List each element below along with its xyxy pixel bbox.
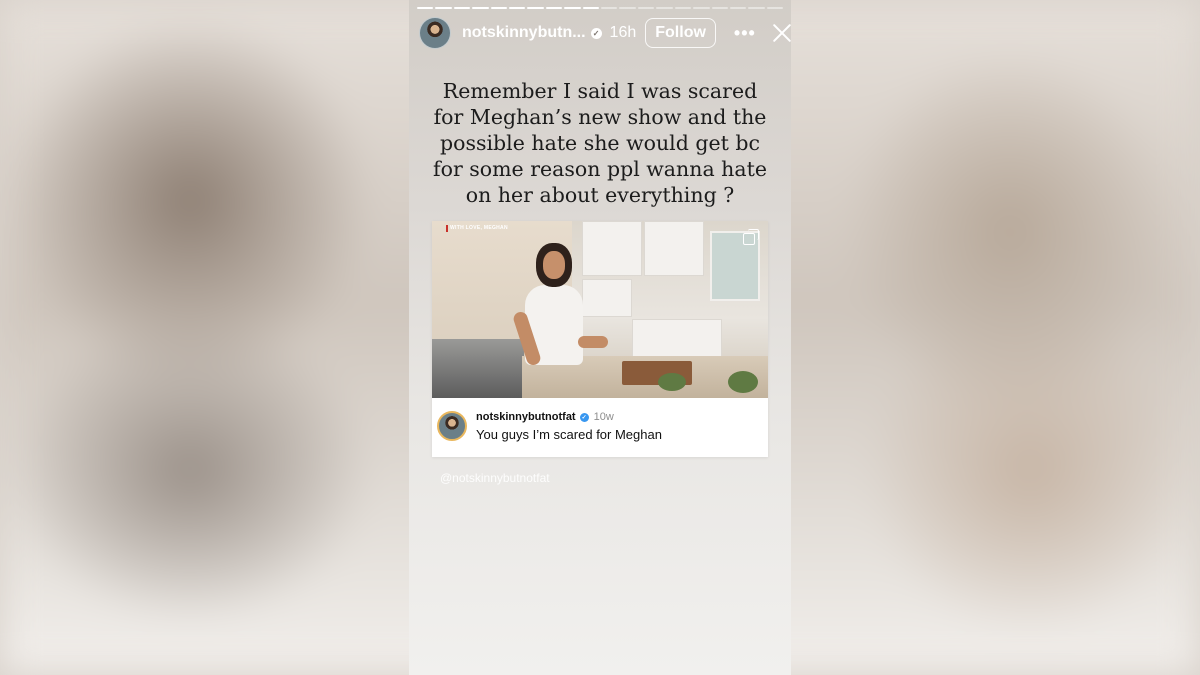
post-timestamp: 10w — [593, 411, 614, 423]
story-username[interactable]: notskinnybutn... — [462, 24, 586, 42]
progress-segment — [582, 7, 600, 9]
kitchen-stove — [432, 339, 524, 398]
progress-segment — [711, 7, 728, 9]
progress-segment — [417, 7, 434, 9]
person-face — [543, 251, 565, 279]
shared-post-image[interactable]: WITH LOVE, MEGHAN — [432, 221, 768, 398]
upper-cabinet — [582, 279, 632, 317]
shared-post-card[interactable]: WITH LOVE, MEGHAN notskinnybutnotfat ✓ 1… — [432, 221, 768, 457]
story-viewer: notskinnybutn... ✓ 16h Follow ••• Rememb… — [409, 0, 791, 675]
post-author-line: notskinnybutnotfat ✓ 10w — [476, 411, 614, 423]
post-caption-text: You guys I’m scared for Meghan — [476, 427, 662, 442]
progress-segment — [545, 7, 563, 9]
upper-cabinet — [644, 221, 704, 276]
close-icon[interactable] — [771, 22, 783, 44]
verified-badge-icon: ✓ — [590, 27, 602, 39]
story-header: notskinnybutn... ✓ 16h Follow ••• — [419, 16, 783, 50]
progress-segment — [693, 7, 710, 9]
progress-segment — [637, 7, 655, 9]
follow-button[interactable]: Follow — [645, 18, 716, 48]
progress-segment — [453, 7, 471, 9]
greens — [728, 371, 758, 393]
post-author-username[interactable]: notskinnybutnotfat — [476, 411, 576, 423]
story-timestamp: 16h — [609, 24, 637, 41]
story-caption-text: Remember I said I was scared for Meghan’… — [433, 79, 767, 207]
verified-badge-icon: ✓ — [579, 412, 589, 422]
progress-segment — [472, 7, 489, 9]
progress-segment — [729, 7, 747, 9]
progress-segment — [674, 7, 692, 9]
show-label: WITH LOVE, MEGHAN — [450, 225, 508, 231]
profile-avatar[interactable] — [419, 17, 451, 49]
more-options-icon[interactable]: ••• — [734, 23, 756, 44]
progress-segment — [564, 7, 581, 9]
progress-segment — [490, 7, 508, 9]
progress-segment — [619, 7, 636, 9]
upper-cabinet — [582, 221, 642, 276]
post-author-avatar[interactable] — [437, 411, 467, 441]
progress-segment — [656, 7, 673, 9]
progress-segment — [435, 7, 452, 9]
person-arm — [578, 336, 608, 348]
progress-segment — [527, 7, 544, 9]
progress-segment — [748, 7, 765, 9]
progress-segment — [509, 7, 526, 9]
progress-segment — [601, 7, 618, 9]
show-label-accent — [446, 225, 448, 232]
greens — [658, 373, 686, 391]
progress-segment — [766, 7, 784, 9]
multiple-media-icon — [743, 229, 759, 245]
story-progress-bar — [417, 7, 784, 9]
mention-sticker[interactable]: @notskinnybutnotfat — [440, 471, 550, 485]
